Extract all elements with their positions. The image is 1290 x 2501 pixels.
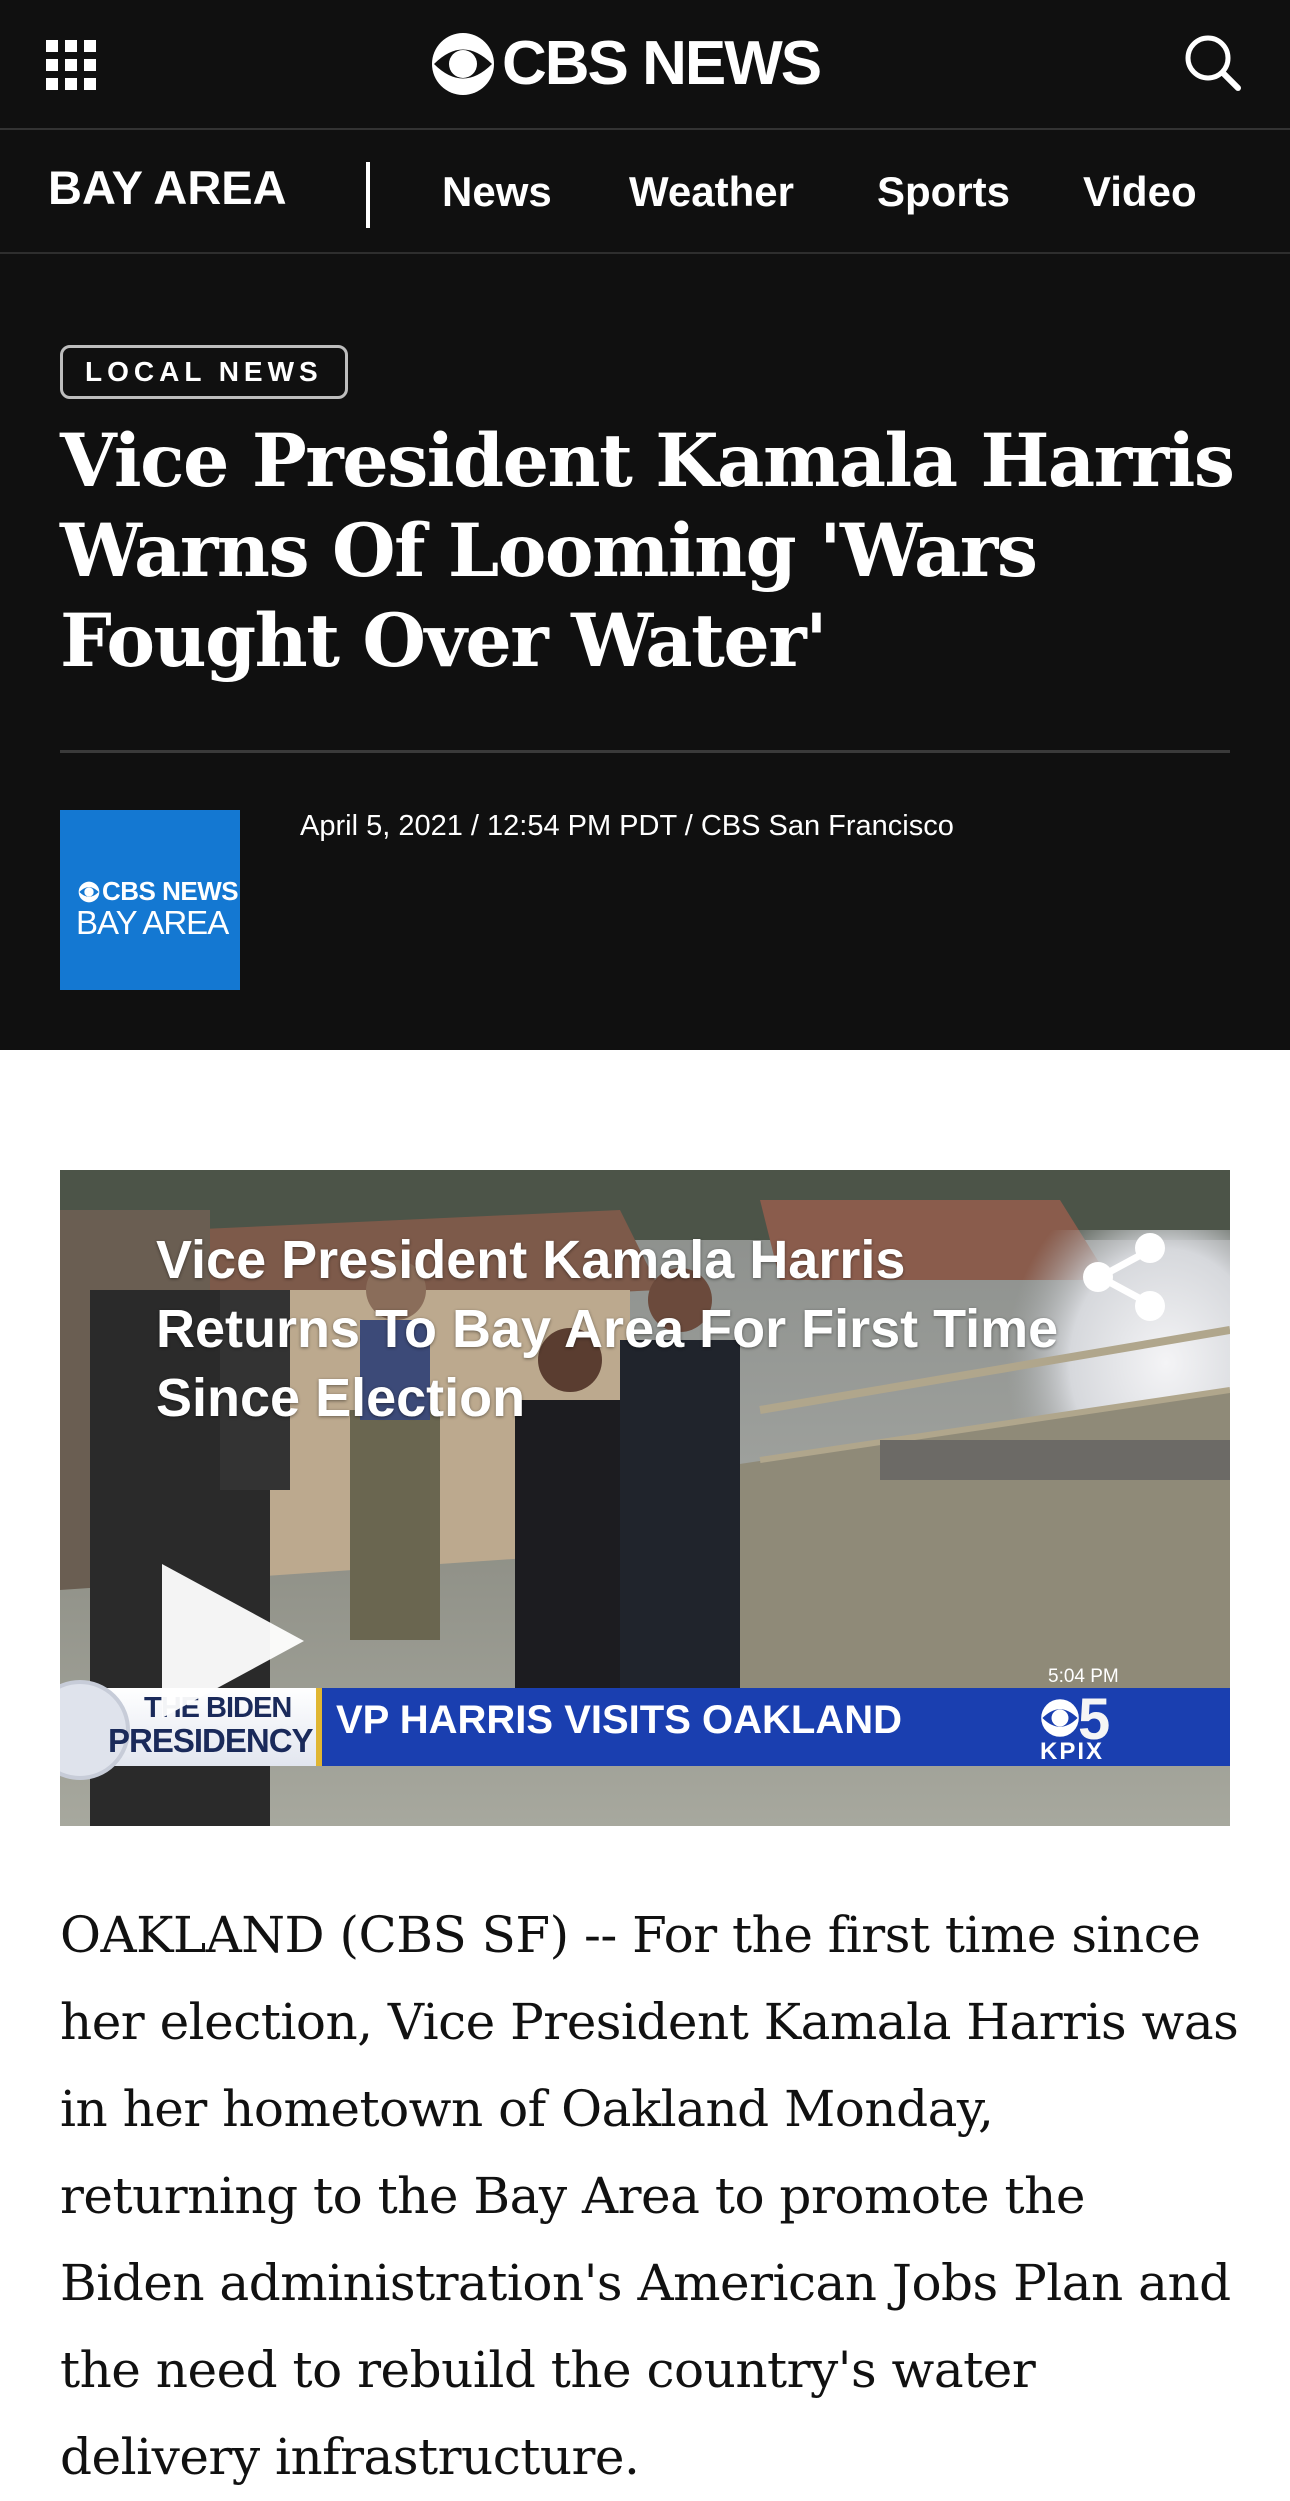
- article-header: LOCAL NEWS Vice President Kamala Harris …: [0, 254, 1290, 1050]
- cbs-eye-icon: [1041, 1699, 1079, 1737]
- article-headline: Vice President Kamala Harris Warns Of Lo…: [60, 418, 1235, 684]
- search-icon[interactable]: [1180, 30, 1244, 94]
- article-body: OAKLAND (CBS SF) -- For the first time s…: [60, 1906, 1239, 2486]
- section-nav: BAY AREA News Weather Sports Video: [0, 130, 1290, 254]
- author-logo-text: CBS NEWS: [102, 876, 239, 906]
- cbs-eye-icon: [78, 881, 100, 902]
- kpix-logo: 5 KPIX: [1036, 1687, 1136, 1765]
- nav-divider: [366, 162, 370, 228]
- category-tag[interactable]: LOCAL NEWS: [60, 345, 348, 399]
- video-title[interactable]: Vice President Kamala Harris Returns To …: [156, 1226, 1076, 1433]
- share-icon[interactable]: [1070, 1222, 1180, 1332]
- article-meta: April 5, 2021 / 12:54 PM PDT / CBS San F…: [300, 810, 954, 842]
- logo-text: CBS NEWS: [502, 29, 822, 98]
- chyron-badge-line2: PRESIDENCY: [108, 1722, 314, 1759]
- cbs-eye-icon: [432, 33, 494, 95]
- nav-link-video[interactable]: Video: [1083, 168, 1197, 216]
- nav-link-sports[interactable]: Sports: [877, 168, 1010, 216]
- author-avatar[interactable]: CBS NEWS BAY AREA: [60, 810, 240, 990]
- cbs-news-logo[interactable]: CBS NEWS: [430, 24, 822, 104]
- header-divider: [60, 750, 1230, 753]
- station-callsign: KPIX: [1040, 1738, 1105, 1765]
- nav-brand-bay-area[interactable]: BAY AREA: [48, 160, 287, 215]
- chyron-time: 5:04 PM: [1048, 1666, 1119, 1687]
- nav-link-weather[interactable]: Weather: [629, 168, 794, 216]
- chyron-headline: VP HARRIS VISITS OAKLAND: [336, 1698, 902, 1742]
- top-header: CBS NEWS: [0, 0, 1290, 130]
- grid-menu-icon[interactable]: [46, 40, 96, 90]
- author-logo-line1: CBS NEWS: [78, 876, 239, 907]
- video-player[interactable]: Vice President Kamala Harris Returns To …: [60, 1170, 1230, 1826]
- nav-link-news[interactable]: News: [442, 168, 552, 216]
- author-logo-line2: BAY AREA: [76, 904, 229, 941]
- play-icon[interactable]: [152, 1556, 312, 1726]
